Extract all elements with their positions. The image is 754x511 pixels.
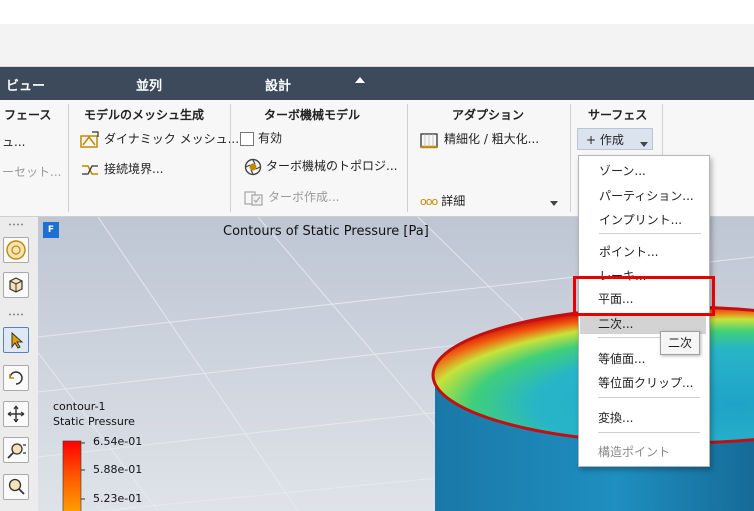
turbo-enable-checkbox[interactable]: 有効	[240, 129, 282, 146]
view-orient-button[interactable]	[3, 237, 29, 263]
surface-create-button[interactable]: + 作成	[577, 128, 653, 150]
refine-coarsen-label: 精細化 / 粗大化...	[444, 132, 540, 146]
menu-separator	[599, 233, 701, 234]
plane-highlight-box	[573, 276, 715, 316]
chevron-down-icon	[640, 142, 648, 147]
tooltip: 二次	[660, 331, 700, 355]
magnifier-icon	[8, 478, 25, 495]
group-title-mesh: モデルのメッシュ生成	[84, 108, 205, 122]
pan-button[interactable]	[3, 401, 29, 427]
dynamic-mesh-icon	[80, 130, 99, 148]
zoom-box-button[interactable]	[3, 474, 29, 500]
menu-bar: ビュー 並列 設計	[0, 67, 754, 100]
legend-tick-label: 6.54e-01	[93, 435, 143, 448]
legend-tick-label: 5.23e-01	[93, 492, 143, 505]
turbo-topology-button[interactable]: ターボ機械のトポロジ...	[244, 157, 397, 176]
refine-icon	[420, 132, 438, 148]
ellipsis-icon: ooo	[420, 195, 438, 208]
menu-parallel[interactable]: 並列	[136, 75, 162, 94]
legend-colorbar	[62, 440, 82, 511]
group-title-surface: サーフェス	[588, 108, 648, 122]
zoom-in-out-icon	[7, 443, 26, 459]
collapse-ribbon-icon[interactable]	[355, 77, 365, 83]
dynamic-mesh-button[interactable]: ダイナミック メッシュ...	[80, 130, 239, 149]
group-separator	[570, 104, 571, 212]
group-title-adaption: アダプション	[452, 108, 525, 122]
refine-coarsen-button[interactable]: 精細化 / 粗大化...	[420, 130, 539, 149]
adaption-detail-button[interactable]: ooo 詳細	[420, 192, 465, 209]
menu-item-point[interactable]: ポイント...	[599, 243, 658, 260]
pan-icon	[7, 405, 25, 423]
toolbar-grip	[8, 223, 24, 226]
group-title-turbo: ターボ機械モデル	[264, 108, 361, 122]
menu-view[interactable]: ビュー	[6, 75, 45, 94]
ribbon-item-preset-cut[interactable]: ーセット...	[2, 163, 61, 180]
menu-design[interactable]: 設計	[265, 75, 291, 94]
turbo-create-label: ターボ作成...	[268, 190, 340, 204]
cube-icon	[9, 277, 23, 293]
graphics-title: Contours of Static Pressure [Pa]	[223, 224, 429, 239]
checkbox-icon	[240, 131, 254, 146]
legend-name: contour-1	[53, 400, 106, 413]
ribbon-item-mesh-cut[interactable]: ュ...	[2, 133, 25, 150]
menu-item-imprint[interactable]: インプリント...	[599, 211, 682, 228]
top-blank-strip	[0, 0, 754, 24]
turbo-topology-label: ターボ機械のトポロジ...	[266, 159, 398, 173]
group-separator	[230, 104, 231, 212]
toolbar-grip	[8, 313, 24, 316]
turbo-create-button[interactable]: ターボ作成...	[244, 188, 339, 207]
group-separator	[68, 104, 69, 212]
mesh-interface-button[interactable]: 接続境界...	[80, 160, 163, 179]
legend-tick-label: 5.88e-01	[93, 463, 143, 476]
surface-create-label: + 作成	[586, 133, 624, 147]
select-pointer-button[interactable]	[3, 327, 29, 353]
title-bar	[0, 24, 754, 67]
interface-icon	[82, 164, 98, 175]
dynamic-mesh-label: ダイナミック メッシュ...	[104, 132, 240, 146]
mesh-interface-label: 接続境界...	[104, 162, 164, 176]
turbo-topology-icon	[244, 158, 262, 175]
turbo-enable-label: 有効	[258, 131, 283, 145]
rotate-button[interactable]	[3, 365, 29, 391]
group-title-surface-prev: フェース	[4, 108, 52, 122]
adaption-expand-icon[interactable]	[550, 201, 558, 206]
menu-item-zone[interactable]: ゾーン...	[599, 162, 646, 179]
legend-field: Static Pressure	[53, 415, 135, 428]
zoom-button[interactable]	[3, 437, 29, 463]
pointer-arrow-icon	[11, 331, 24, 349]
rotate-icon	[9, 371, 23, 385]
fluent-badge-icon: F	[43, 222, 59, 238]
graphics-toolbar	[0, 217, 39, 511]
adaption-detail-label: 詳細	[441, 194, 466, 208]
sphere-view-icon	[6, 240, 26, 260]
menu-item-partition[interactable]: パーティション...	[599, 187, 694, 204]
group-separator	[407, 104, 408, 212]
turbo-create-icon	[244, 190, 263, 206]
fit-box-button[interactable]	[3, 272, 29, 298]
